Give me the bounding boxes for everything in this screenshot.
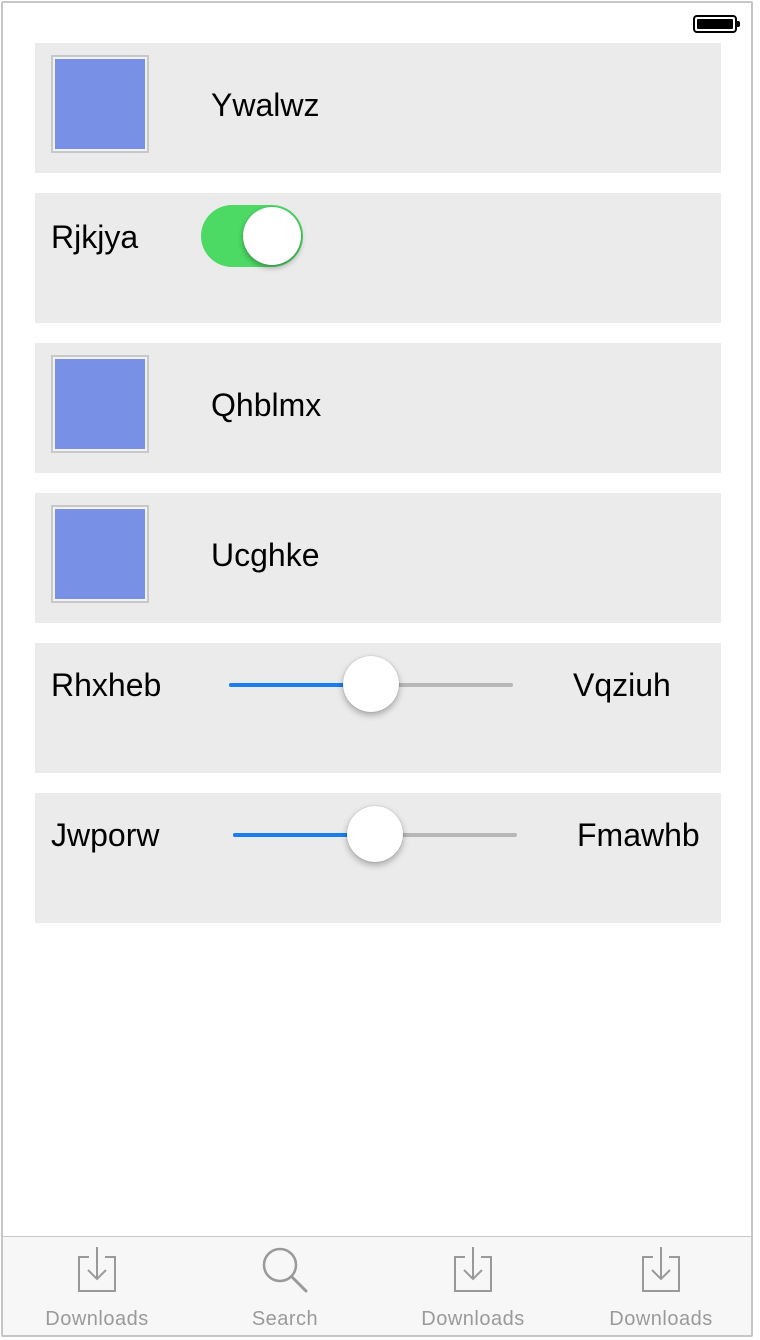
- list-row-slider-1: Rhxheb Vqziuh: [35, 643, 721, 773]
- list-row-qhblmx: Qhblmx: [35, 343, 721, 473]
- list-row-slider-2: Jwporw Fmawhb: [35, 793, 721, 923]
- tab-bar: Downloads Search Downloads Downloads: [3, 1236, 751, 1335]
- tab-downloads-3[interactable]: Downloads: [567, 1237, 751, 1335]
- value-slider[interactable]: [233, 805, 517, 865]
- row-image[interactable]: [51, 505, 149, 603]
- tab-label: Downloads: [609, 1308, 713, 1330]
- toggle-label: Rjkjya: [51, 219, 139, 255]
- toggle-knob: [243, 207, 301, 265]
- tab-label: Downloads: [421, 1308, 525, 1330]
- value-slider[interactable]: [229, 655, 513, 715]
- battery-fill: [697, 19, 733, 29]
- row-label: Ucghke: [211, 537, 320, 573]
- download-icon: [454, 1247, 492, 1292]
- slider-min-label: Rhxheb: [51, 667, 162, 703]
- tab-downloads[interactable]: Downloads: [3, 1237, 191, 1335]
- download-icon: [642, 1247, 680, 1292]
- slider-min-label: Jwporw: [51, 817, 160, 853]
- list-row-ywalwz: Ywalwz: [35, 43, 721, 173]
- slider-max-label: Vqziuh: [573, 667, 671, 703]
- image-thumbnail: [55, 509, 145, 599]
- rjkjya-toggle-switch[interactable]: [201, 205, 303, 267]
- tab-search[interactable]: Search: [191, 1237, 379, 1335]
- image-thumbnail: [55, 59, 145, 149]
- download-icon: [78, 1247, 116, 1292]
- tab-label: Downloads: [45, 1308, 149, 1330]
- tab-downloads-2[interactable]: Downloads: [379, 1237, 567, 1335]
- search-icon: [262, 1247, 308, 1293]
- list-row-rjkjya: Rjkjya: [35, 193, 721, 323]
- battery-icon: [693, 15, 740, 33]
- image-thumbnail: [55, 359, 145, 449]
- app-screen: Ywalwz Rjkjya Qhblmx Ucghke Rhxheb Vqziu…: [1, 1, 753, 1337]
- row-label: Ywalwz: [211, 87, 320, 123]
- row-image[interactable]: [51, 355, 149, 453]
- row-image[interactable]: [51, 55, 149, 153]
- list-row-ucghke: Ucghke: [35, 493, 721, 623]
- row-label: Qhblmx: [211, 387, 322, 423]
- slider-knob[interactable]: [343, 656, 399, 712]
- slider-knob[interactable]: [347, 806, 403, 862]
- slider-max-label: Fmawhb: [577, 817, 700, 853]
- tab-label: Search: [251, 1308, 319, 1330]
